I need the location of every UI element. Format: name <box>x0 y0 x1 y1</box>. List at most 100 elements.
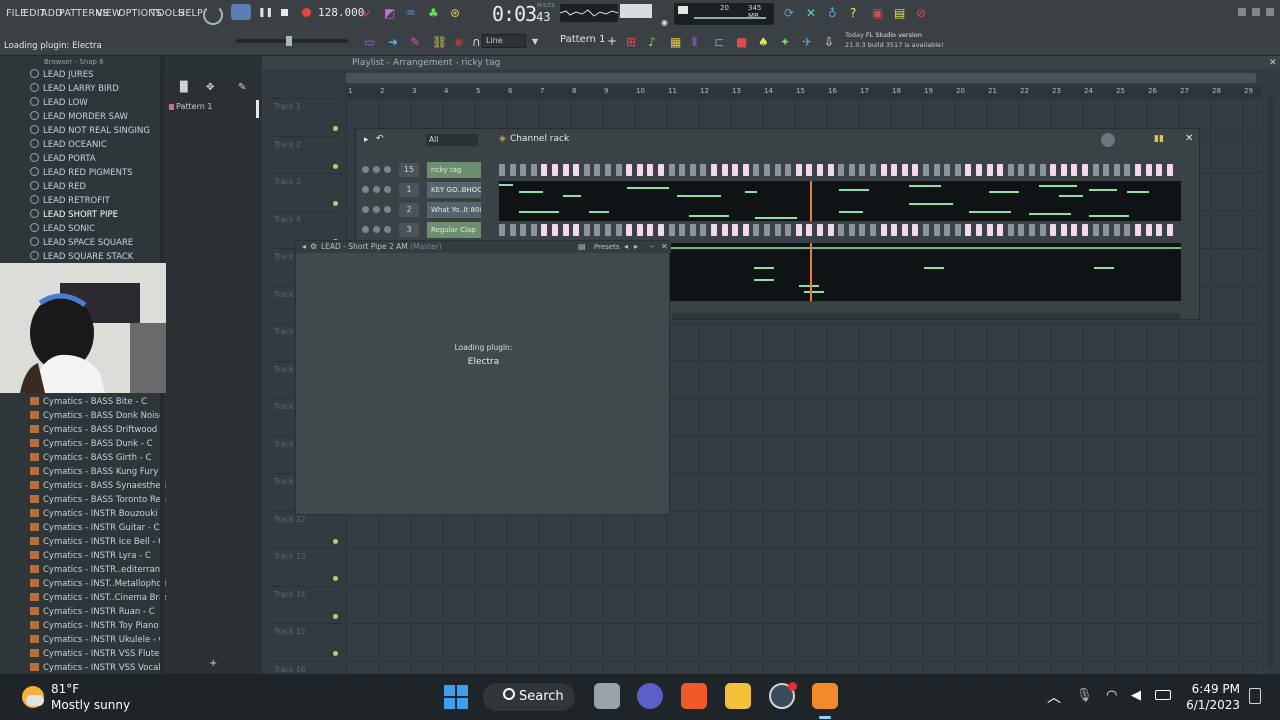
magnet-icon[interactable]: ⎈ <box>454 36 464 48</box>
step-button[interactable] <box>1145 224 1152 236</box>
step-button[interactable] <box>1166 164 1173 176</box>
download-icon[interactable]: ⇩ <box>824 36 834 48</box>
step-button[interactable] <box>774 224 781 236</box>
step-button[interactable] <box>541 224 548 236</box>
tempo-display[interactable]: 128.000 <box>318 6 364 19</box>
step-button[interactable] <box>817 164 823 176</box>
step-button[interactable] <box>562 164 569 176</box>
step-button[interactable] <box>891 164 898 176</box>
channel-row[interactable]: 3 Regular Clap <box>356 221 1201 241</box>
plugin-minimize-icon[interactable]: – <box>650 242 654 251</box>
step-button[interactable] <box>1145 164 1152 176</box>
picker-pencil-icon[interactable]: ✎ <box>238 82 246 93</box>
link-icon[interactable]: ⛓ <box>432 36 447 48</box>
step-button[interactable] <box>668 224 675 236</box>
picker-move-icon[interactable]: ✥ <box>206 82 214 93</box>
step-button[interactable] <box>1124 224 1131 236</box>
step-button[interactable] <box>530 224 537 236</box>
channel-mixer-track[interactable]: 15 <box>399 163 419 177</box>
step-button[interactable] <box>1060 224 1067 236</box>
step-button[interactable] <box>552 224 558 236</box>
step-button[interactable] <box>859 224 866 236</box>
presets-button[interactable]: Presets <box>594 241 619 253</box>
browser-sample-item[interactable]: Cymatics - INSTR VSS Vocals - C <box>30 661 180 675</box>
step-button[interactable] <box>668 164 675 176</box>
step-button[interactable] <box>530 164 537 176</box>
add-pattern-icon[interactable]: + <box>607 35 617 47</box>
pattern-selector[interactable]: Pattern 1 <box>560 34 606 45</box>
touch-keyboard-icon[interactable]: ▤ <box>894 7 905 19</box>
arrow-right-icon[interactable]: ➜ <box>388 36 398 48</box>
pencil-icon[interactable]: ✎ <box>410 36 420 48</box>
step-button[interactable] <box>615 224 622 236</box>
step-button[interactable] <box>679 164 686 176</box>
rack-undo-icon[interactable]: ↶ <box>376 134 384 144</box>
step-button[interactable] <box>552 164 558 176</box>
picker-scroll-handle[interactable] <box>256 100 259 118</box>
mixer-link-icon[interactable]: ✕ <box>806 7 816 19</box>
step-button[interactable] <box>1135 224 1141 236</box>
countdown-icon[interactable]: ♒ <box>405 7 416 19</box>
browser-preset-item[interactable]: LEAD SHORT PIPE <box>30 208 118 222</box>
browser-preset-item[interactable]: LEAD RED PIGMENTS <box>30 166 133 180</box>
channel-mute-knob[interactable] <box>362 226 369 233</box>
step-button[interactable] <box>838 224 845 236</box>
step-button[interactable] <box>817 224 823 236</box>
step-button[interactable] <box>658 224 664 236</box>
step-button[interactable] <box>1113 164 1120 176</box>
playlist-close-icon[interactable]: ✕ <box>1269 58 1277 68</box>
browser-sample-item[interactable]: Cymatics - BASS Driftwood - C <box>30 423 172 437</box>
track-header[interactable]: Track 1 <box>272 98 342 135</box>
step-button[interactable] <box>1018 224 1025 236</box>
step-button[interactable] <box>753 164 760 176</box>
channel-mixer-track[interactable]: 2 <box>399 203 419 217</box>
step-button[interactable] <box>541 164 548 176</box>
step-button[interactable] <box>583 224 590 236</box>
step-button[interactable] <box>1039 164 1046 176</box>
channel-mixer-track[interactable]: 3 <box>399 223 419 237</box>
track-header[interactable]: Track 14 <box>272 585 342 623</box>
plugin-close-icon[interactable]: ✕ <box>661 242 668 251</box>
browser-preset-item[interactable]: LEAD MORDER SAW <box>30 110 128 124</box>
browser-preset-item[interactable]: LEAD PORTA <box>30 152 96 166</box>
step-button[interactable] <box>700 224 707 236</box>
step-button[interactable] <box>732 164 739 176</box>
wifi-icon[interactable]: ◠ <box>1106 688 1117 703</box>
step-button[interactable] <box>626 164 633 176</box>
taskbar-search[interactable]: Search <box>483 683 575 711</box>
step-button[interactable] <box>954 164 961 176</box>
step-button[interactable] <box>1039 224 1046 236</box>
step-button[interactable] <box>573 224 580 236</box>
channel-solo-knob[interactable] <box>373 166 380 173</box>
step-button[interactable] <box>806 164 813 176</box>
step-button[interactable] <box>626 224 633 236</box>
step-button[interactable] <box>573 164 580 176</box>
step-button[interactable] <box>785 164 792 176</box>
browser-sample-item[interactable]: Cymatics - INSTR Ice Bell - C <box>30 535 164 549</box>
step-button[interactable] <box>806 224 813 236</box>
weather-description[interactable]: Mostly sunny <box>51 698 130 712</box>
channel-name-button[interactable]: KEY GO..BHOOD <box>427 182 481 198</box>
browser-sample-item[interactable]: Cymatics - BASS Dunk - C <box>30 437 153 451</box>
browser-preset-item[interactable]: LEAD LARRY BIRD <box>30 82 119 96</box>
record-icon[interactable] <box>302 8 311 17</box>
step-button[interactable] <box>1018 164 1025 176</box>
browser-preset-item[interactable]: LEAD RETROFIT <box>30 194 110 208</box>
step-button[interactable] <box>594 164 601 176</box>
channel-mute-knob[interactable] <box>362 186 369 193</box>
step-button[interactable] <box>1050 224 1057 236</box>
channel-solo-knob[interactable] <box>373 186 380 193</box>
snap-magnet-icon[interactable]: ∩ <box>472 36 481 48</box>
step-button[interactable] <box>859 164 866 176</box>
step-button[interactable] <box>679 224 686 236</box>
channel-rack-icon[interactable]: ▦ <box>670 36 681 48</box>
step-button[interactable] <box>605 224 611 236</box>
step-button[interactable] <box>562 224 569 236</box>
playlist-scrollbar[interactable] <box>346 73 1256 83</box>
channel-mixer-track[interactable]: 1 <box>399 183 419 197</box>
track-enable-led[interactable] <box>333 538 338 544</box>
step-button[interactable] <box>965 164 972 176</box>
step-button[interactable] <box>689 164 696 176</box>
playlist-ruler[interactable]: 1 2 3 4 5 6 7 8 9 10 11 12 13 14 15 16 17 18 19 20 21 22 23 24 2… <box>346 86 1262 98</box>
step-button[interactable] <box>1050 164 1057 176</box>
